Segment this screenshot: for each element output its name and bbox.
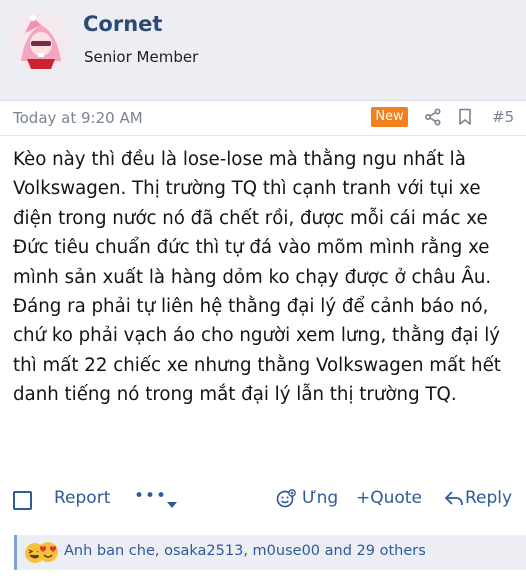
share-icon[interactable]	[424, 108, 442, 130]
reply-arrow-icon[interactable]	[444, 490, 464, 512]
post-author-header: Cornet Senior Member	[0, 0, 526, 101]
post-number[interactable]: #5	[492, 108, 514, 126]
avatar[interactable]	[11, 11, 71, 71]
post-paragraph: Kèo này thì đều là lose-lose mà thằng ng…	[13, 149, 492, 288]
react-button[interactable]: Ưng	[302, 488, 338, 508]
report-button[interactable]: Report	[54, 488, 110, 508]
post-timestamp[interactable]: Today at 9:20 AM	[13, 109, 143, 127]
reactions-summary[interactable]: Anh ban che, osaka2513, m0use00 and 29 o…	[64, 543, 426, 559]
post-paragraph: Đáng ra phải tự liên hệ thằng đại lý để …	[13, 296, 501, 406]
new-badge: New	[371, 107, 408, 127]
user-title: Senior Member	[84, 48, 199, 66]
reactions-bar[interactable]: Anh ban che, osaka2513, m0use00 and 29 o…	[14, 535, 526, 570]
reply-button[interactable]: Reply	[465, 488, 512, 508]
bookmark-icon[interactable]	[458, 108, 472, 130]
post-body: Kèo này thì đều là lose-lose mà thằng ng…	[13, 145, 518, 410]
checkbox-icon[interactable]	[13, 491, 32, 510]
divider	[0, 135, 526, 136]
username[interactable]: Cornet	[83, 12, 162, 36]
post-meta: Today at 9:20 AM	[0, 101, 526, 135]
reaction-smile-icon[interactable]	[276, 489, 296, 513]
quote-button[interactable]: +Quote	[356, 488, 422, 508]
chevron-down-icon[interactable]	[166, 494, 178, 513]
more-actions-button[interactable]: •••	[134, 486, 167, 506]
reaction-love-icon	[36, 540, 60, 568]
